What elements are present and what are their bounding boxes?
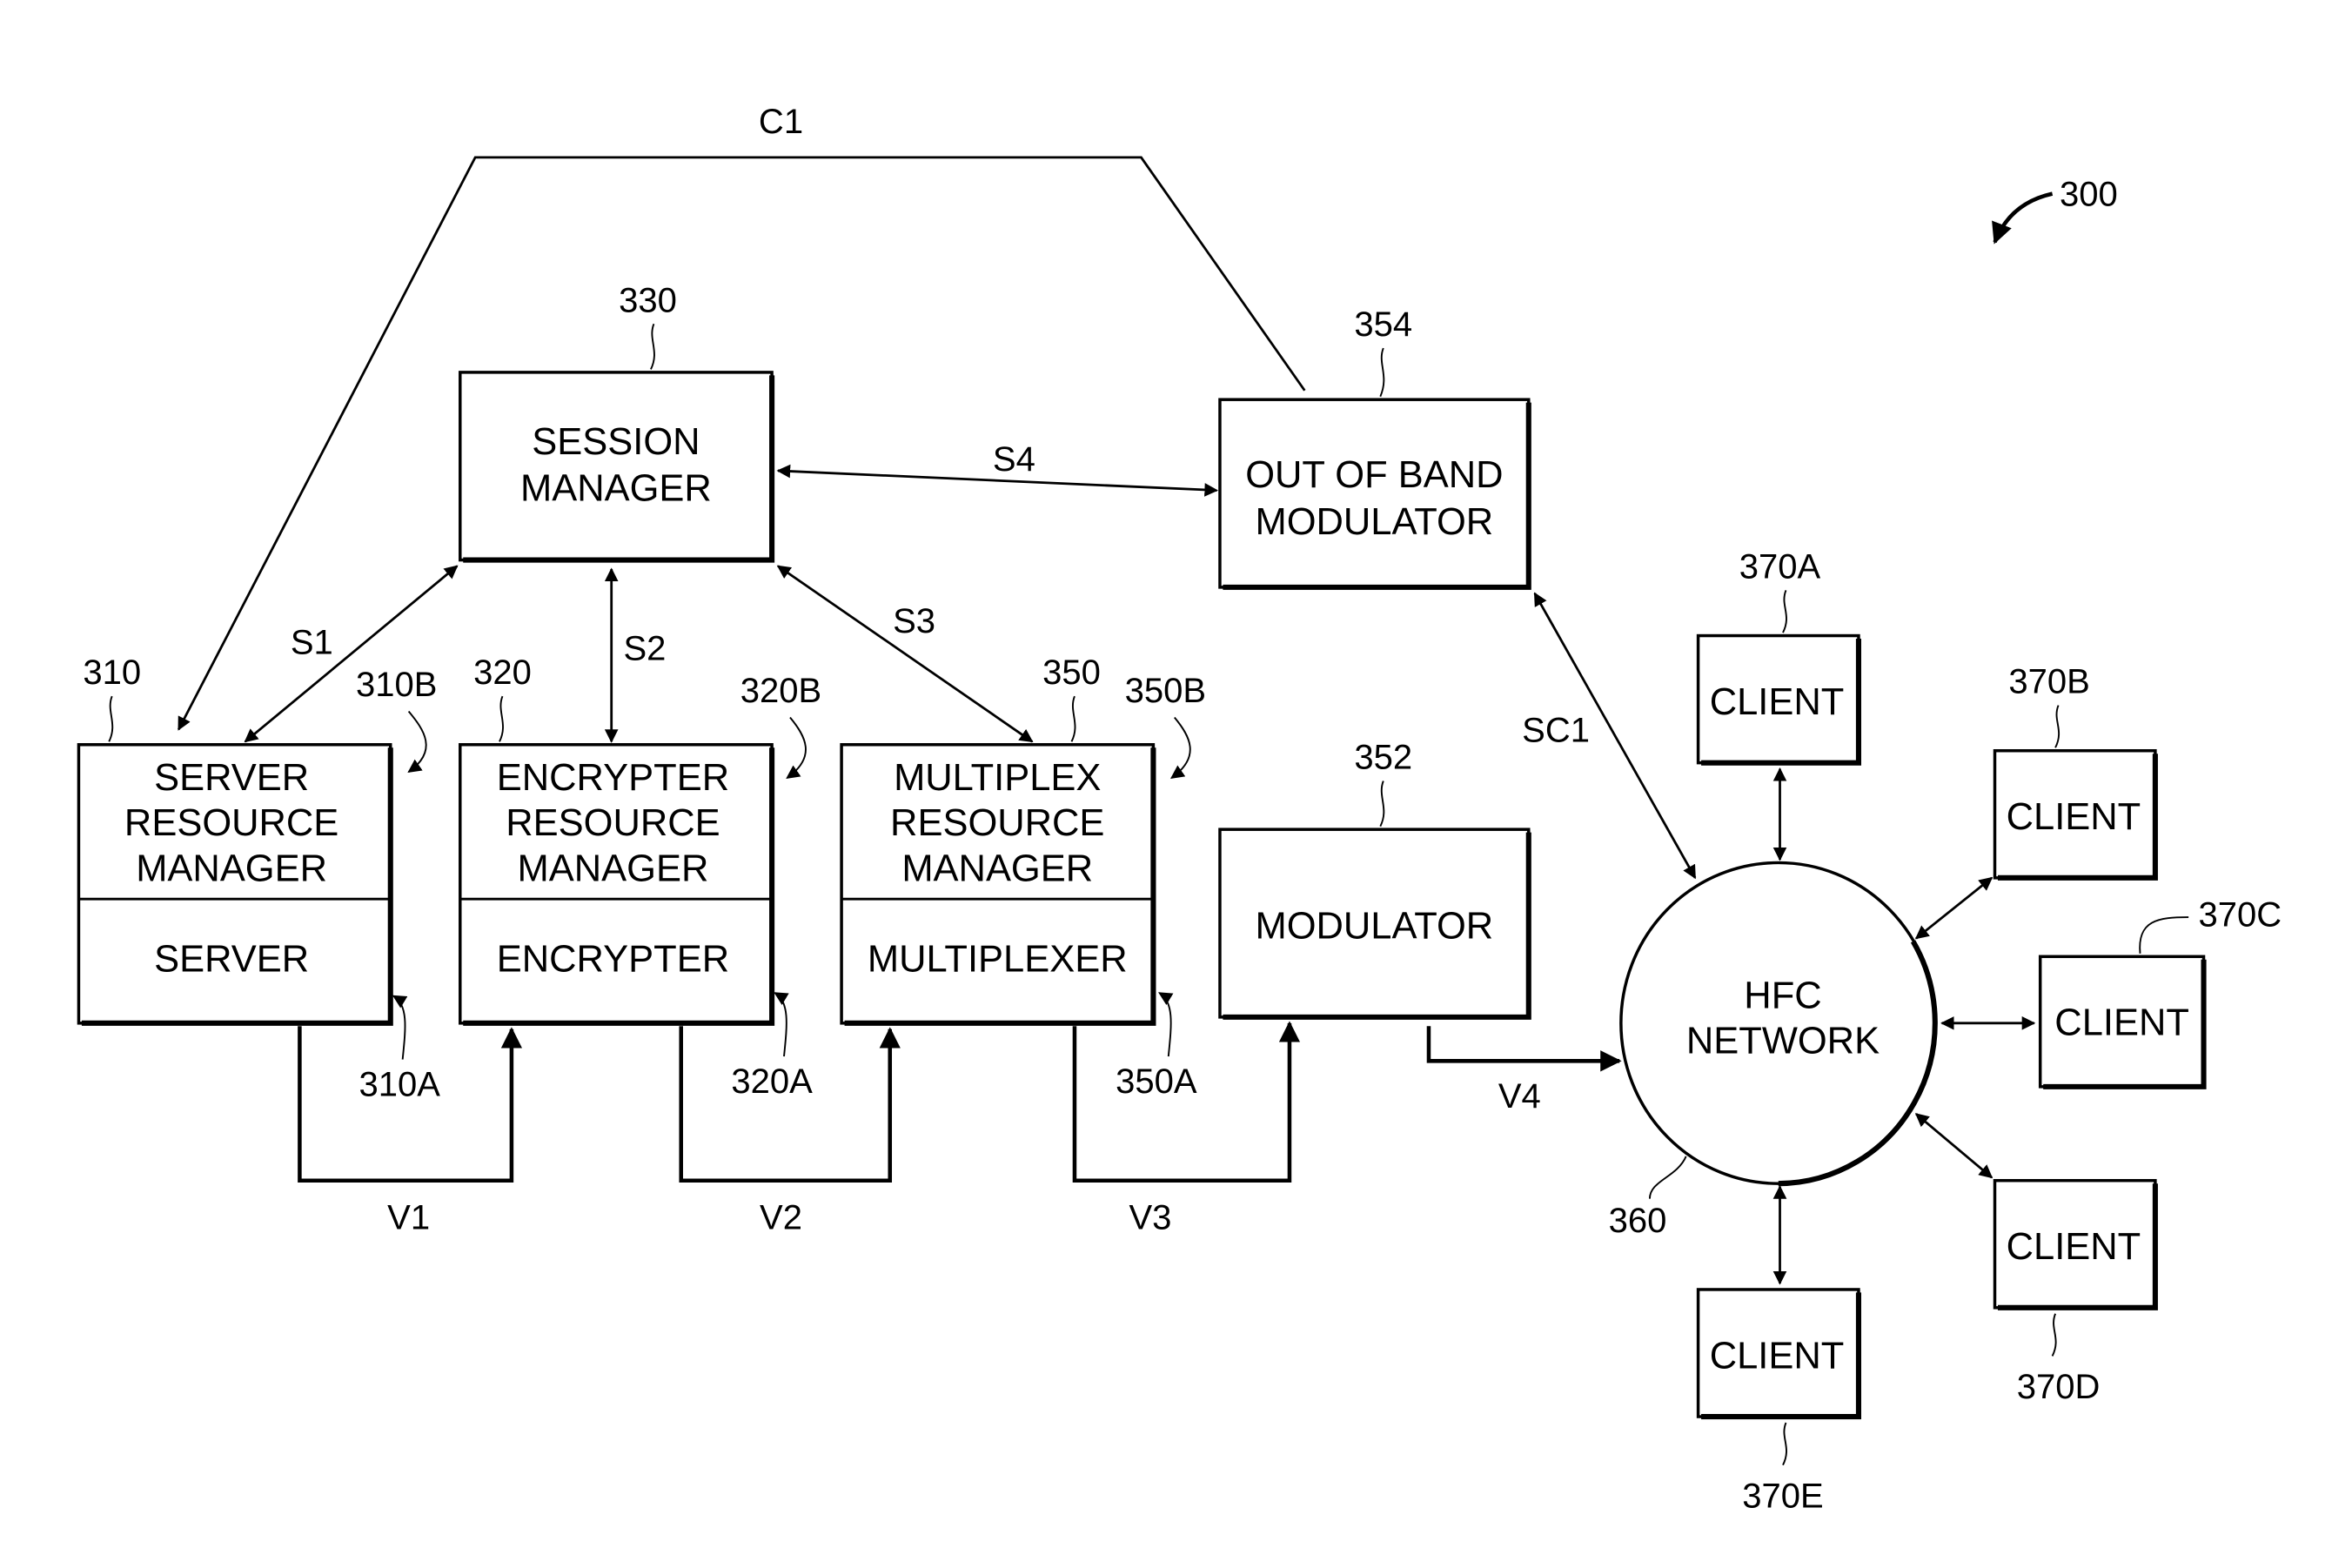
encrypter-block[interactable]: ENCRYPTER RESOURCE MANAGER ENCRYPTER 320…: [459, 653, 821, 1101]
multiplex-rm-label-1: MULTIPLEX: [894, 757, 1101, 799]
connection-s1: S1: [244, 565, 459, 743]
encrypter-rm-label-3: MANAGER: [518, 848, 709, 889]
server-ref-a-pointer: [392, 995, 408, 1060]
multiplex-ref-a-pointer: [1158, 992, 1174, 1057]
client-370e-ref: 370E: [1742, 1477, 1823, 1515]
client-370b-label: CLIENT: [2007, 796, 2141, 838]
session-manager-label-1: SESSION: [532, 421, 700, 463]
client-370d-ref: 370D: [2017, 1368, 2101, 1406]
link-client-370b: [1914, 876, 1994, 940]
encrypter-rm-label-2: RESOURCE: [506, 802, 720, 844]
oob-modulator-label-2: MODULATOR: [1255, 501, 1493, 543]
client-370b-ref: 370B: [2008, 663, 2089, 701]
c1-label: C1: [759, 103, 803, 141]
figure-ref-arrow: [1992, 191, 2054, 245]
modulator-label: MODULATOR: [1255, 905, 1493, 947]
hfc-network-leader: [1648, 1156, 1687, 1199]
multiplex-block-leader: [1070, 695, 1076, 742]
encrypter-label: ENCRYPTER: [497, 939, 729, 981]
multiplexer-label: MULTIPLEXER: [868, 939, 1128, 981]
session-manager-leader: [650, 323, 655, 370]
multiplex-rm-label-3: MANAGER: [901, 848, 1093, 889]
server-block[interactable]: SERVER RESOURCE MANAGER SERVER 310 310B …: [77, 653, 440, 1103]
multiplex-ref-b-pointer: [1169, 716, 1191, 779]
server-ref-b: 310B: [356, 666, 437, 704]
encrypter-block-ref: 320: [473, 653, 532, 692]
client-370b-leader: [2054, 705, 2061, 748]
connection-sc1: SC1: [1522, 592, 1697, 880]
encrypter-ref-b-pointer: [786, 716, 807, 779]
v3-label: V3: [1129, 1198, 1171, 1236]
server-block-ref: 310: [83, 653, 141, 692]
multiplex-ref-b: 350B: [1125, 672, 1206, 710]
v1-label: V1: [387, 1198, 430, 1236]
multiplex-block-ref: 350: [1042, 653, 1101, 692]
figure-ref-label: 300: [2060, 176, 2118, 214]
encrypter-ref-b: 320B: [740, 672, 821, 710]
client-370b[interactable]: CLIENT 370B: [1993, 663, 2158, 881]
session-manager-label-2: MANAGER: [520, 468, 712, 510]
link-client-370d: [1914, 1113, 1994, 1179]
client-370a-ref: 370A: [1739, 547, 1821, 586]
s2-label: S2: [624, 629, 667, 667]
v2-label: V2: [760, 1198, 802, 1236]
session-manager-ref: 330: [619, 281, 677, 319]
server-rm-label-3: MANAGER: [136, 848, 327, 889]
hfc-label-1: HFC: [1744, 975, 1821, 1016]
client-370d[interactable]: CLIENT 370D: [1993, 1178, 2158, 1406]
client-370a-label: CLIENT: [1710, 681, 1845, 723]
server-ref-b-pointer: [407, 710, 427, 773]
v4-label: V4: [1498, 1077, 1541, 1116]
connection-v3: V3: [1072, 1021, 1301, 1236]
connection-s4: S4: [776, 440, 1219, 497]
session-manager[interactable]: SESSION MANAGER 330: [459, 281, 775, 563]
client-370c[interactable]: CLIENT 370C: [2038, 896, 2282, 1089]
client-370c-leader: [2139, 916, 2189, 954]
multiplex-block[interactable]: MULTIPLEX RESOURCE MANAGER MULTIPLEXER 3…: [840, 653, 1206, 1101]
server-rm-label-2: RESOURCE: [124, 802, 338, 844]
modulator-leader: [1379, 781, 1385, 828]
client-370c-label: CLIENT: [2054, 1002, 2189, 1044]
oob-modulator-label-1: OUT OF BAND: [1245, 454, 1503, 496]
server-label: SERVER: [154, 939, 309, 981]
figure-reference: 300: [1992, 176, 2118, 245]
server-rm-label-1: SERVER: [154, 757, 309, 799]
modulator-ref: 352: [1354, 739, 1412, 777]
s4-label: S4: [993, 440, 1035, 479]
connection-s3: S3: [776, 565, 1034, 743]
client-370d-label: CLIENT: [2007, 1226, 2141, 1268]
hfc-network[interactable]: HFC NETWORK 360: [1609, 861, 1938, 1240]
s3-label: S3: [893, 602, 935, 640]
connection-s2: S2: [604, 567, 667, 743]
client-370e-label: CLIENT: [1710, 1335, 1845, 1377]
connection-v2: V2: [679, 1026, 901, 1236]
server-block-leader: [108, 695, 114, 742]
oob-modulator[interactable]: OUT OF BAND MODULATOR 354: [1218, 305, 1531, 590]
oob-modulator-leader: [1379, 347, 1385, 398]
client-370a-leader: [1782, 590, 1787, 633]
client-370d-leader: [2051, 1313, 2057, 1357]
s1-label: S1: [291, 623, 333, 661]
connection-v4: V4: [1426, 1026, 1622, 1116]
hfc-label-2: NETWORK: [1686, 1021, 1880, 1062]
connection-v1: V1: [298, 1026, 523, 1236]
oob-modulator-ref: 354: [1354, 305, 1412, 344]
system-diagram: 300 C1 SESSION MANAGER 330 OUT OF BAND M…: [77, 103, 2282, 1515]
hfc-network-ref: 360: [1609, 1202, 1667, 1240]
server-ref-a: 310A: [358, 1065, 440, 1103]
encrypter-block-leader: [499, 695, 504, 742]
modulator[interactable]: MODULATOR 352: [1218, 739, 1531, 1020]
client-370c-ref: 370C: [2198, 896, 2282, 935]
client-370e[interactable]: CLIENT 370E: [1696, 1288, 1862, 1515]
encrypter-ref-a: 320A: [731, 1062, 813, 1101]
multiplex-ref-a: 350A: [1116, 1062, 1197, 1101]
multiplex-rm-label-2: RESOURCE: [890, 802, 1104, 844]
encrypter-rm-label-1: ENCRYPTER: [497, 757, 729, 799]
client-370a[interactable]: CLIENT 370A: [1696, 547, 1862, 766]
sc1-label: SC1: [1522, 711, 1590, 749]
client-370e-leader: [1782, 1422, 1787, 1466]
encrypter-ref-a-pointer: [774, 992, 789, 1057]
